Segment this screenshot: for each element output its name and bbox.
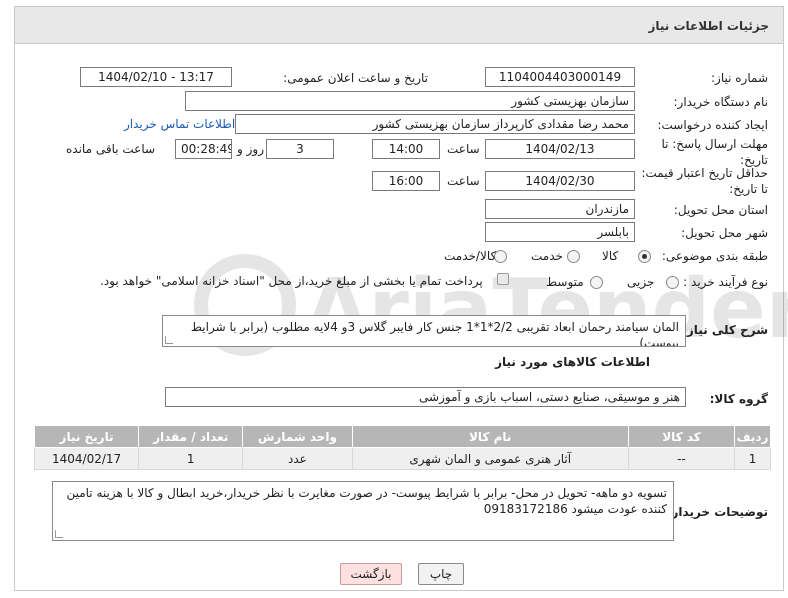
reply-date-field: 1404/02/13 [485,139,635,159]
need-number-field: 1104004403000149 [485,67,635,87]
buyer-org-field: سازمان بهزیستی کشور [185,91,635,111]
buyer-notes-textarea[interactable]: تسویه دو ماهه- تحویل در محل- برابر با شر… [52,481,674,541]
category-goods-radio[interactable] [638,250,651,263]
price-validity-label-1: حداقل تاریخ اعتبار قیمت: [641,166,768,180]
col-header-row: ردیف [734,425,771,448]
time-remaining-label: ساعت باقی مانده [66,142,156,156]
reply-time-label: ساعت [447,142,480,156]
reply-deadline-label-1: مهلت ارسال پاسخ: تا [661,137,768,151]
announce-datetime-label: تاریخ و ساعت اعلان عمومی: [283,71,428,85]
page-title: جزئیات اطلاعات نیاز [648,19,769,33]
cell-row: 1 [734,447,771,470]
validity-date-field: 1404/02/30 [485,171,635,191]
col-header-unit: واحد شمارش [242,425,353,448]
goods-info-title: اطلاعات کالاهای مورد نیاز [495,355,650,369]
announce-datetime-field: 1404/02/10 - 13:17 [80,67,232,87]
purchase-minor-label: جزیی [627,275,655,289]
description-label: شرح كلی نیاز: [682,323,768,337]
reply-days-field: 3 [266,139,334,159]
day-and-label: روز و [237,142,264,156]
col-header-code: کد کالا [627,425,736,448]
validity-time-field: 16:00 [372,171,440,191]
purchase-minor-radio[interactable] [666,276,679,289]
cell-unit: عدد [242,447,353,470]
reply-deadline-label-2: تاریخ: [740,153,768,167]
city-label: شهر محل تحویل: [681,226,768,240]
category-goods-label: کالا [602,249,619,263]
col-header-name: نام کالا [351,425,629,448]
resize-handle-icon[interactable] [165,336,173,344]
reply-time-field: 14:00 [372,139,440,159]
remaining-time-field: 00:28:49 [175,139,232,159]
treasury-payment-checkbox[interactable] [497,273,509,285]
col-header-date: تاریخ نیاز [33,425,140,448]
province-field: مازندران [485,199,635,219]
description-text: المان سیامند رحمان ابعاد تقریبی 2/2*1*1 … [190,320,679,347]
cell-qty: 1 [138,447,244,470]
purchase-medium-label: متوسط [546,275,584,289]
cell-date: 1404/02/17 [33,447,140,470]
goods-group-label: گروه کالا: [709,392,768,406]
col-header-qty: تعداد / مقدار [138,425,244,448]
cell-name: آثار هنری عمومی و المان شهری [351,447,629,470]
cell-code: -- [627,447,736,470]
goods-table: ردیف کد کالا نام کالا واحد شمارش تعداد /… [33,425,771,470]
price-validity-label-2: تا تاریخ: [729,182,768,196]
resize-handle-icon[interactable] [55,530,63,538]
contact-buyer-link[interactable]: اطلاعات تماس خریدار [124,117,235,131]
buyer-notes-label: توضیحات خریدار: [666,505,768,519]
need-number-label: شماره نیاز: [711,71,768,85]
validity-time-label: ساعت [447,174,480,188]
purchase-type-label: نوع فرآیند خرید : [683,275,768,289]
buyer-org-label: نام دستگاه خریدار: [673,95,769,109]
category-service-label: خدمت [531,249,563,263]
purchase-medium-radio[interactable] [590,276,603,289]
table-row: 1 -- آثار هنری عمومی و المان شهری عدد 1 … [33,447,771,470]
category-service-radio[interactable] [567,250,580,263]
city-field: بابلسر [485,222,635,242]
buyer-notes-text: تسویه دو ماهه- تحویل در محل- برابر با شر… [66,486,667,516]
print-button[interactable]: چاپ [418,563,464,585]
goods-group-field: هنر و موسیقی، صنایع دستی، اسباب بازی و آ… [165,387,686,407]
requester-field: محمد رضا مقدادی کارپرداز سازمان بهزیستی … [235,114,635,134]
category-label: طبقه بندی موضوعی: [661,249,768,263]
requester-label: ایجاد کننده درخواست: [657,118,768,132]
treasury-payment-note: پرداخت تمام یا بخشی از مبلغ خرید،از محل … [100,274,483,288]
return-button[interactable]: بازگشت [340,563,402,585]
description-textarea[interactable]: المان سیامند رحمان ابعاد تقریبی 2/2*1*1 … [162,315,686,347]
panel-header: جزئیات اطلاعات نیاز [14,6,784,44]
province-label: استان محل تحویل: [673,203,768,217]
category-goods-service-label: کالا/خدمت [444,249,497,263]
